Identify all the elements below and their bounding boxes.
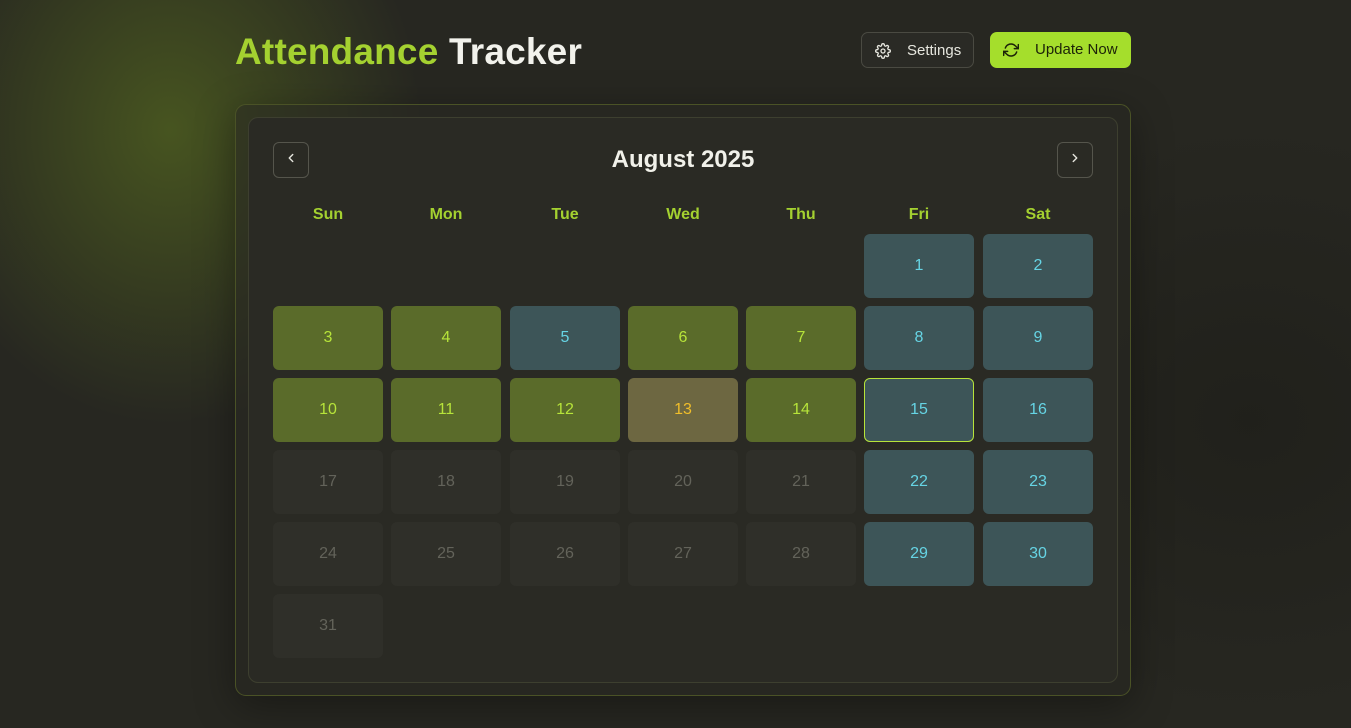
gear-icon [875, 43, 891, 59]
calendar-day-24[interactable]: 24 [273, 522, 383, 586]
calendar-day-15[interactable]: 15 [864, 378, 974, 442]
calendar-day-25[interactable]: 25 [391, 522, 501, 586]
calendar-day-31[interactable]: 31 [273, 594, 383, 658]
calendar-day-16[interactable]: 16 [983, 378, 1093, 442]
settings-button[interactable]: Settings [861, 32, 974, 68]
calendar-day-14[interactable]: 14 [746, 378, 856, 442]
weekday-fri: Fri [908, 206, 930, 223]
chevron-right-icon [1068, 151, 1082, 170]
weekday-thu: Thu [786, 206, 816, 223]
calendar-day-13[interactable]: 13 [628, 378, 738, 442]
calendar-day-27[interactable]: 27 [628, 522, 738, 586]
calendar-day-22[interactable]: 22 [864, 450, 974, 514]
update-now-button[interactable]: Update Now [990, 32, 1131, 68]
calendar-day-30[interactable]: 30 [983, 522, 1093, 586]
calendar-day-8[interactable]: 8 [864, 306, 974, 370]
weekday-mon: Mon [429, 206, 463, 223]
calendar-day-18[interactable]: 18 [391, 450, 501, 514]
update-now-label: Update Now [1035, 41, 1118, 58]
settings-label: Settings [907, 42, 962, 59]
title-accent: Attendance [235, 31, 439, 72]
calendar-day-5[interactable]: 5 [510, 306, 620, 370]
calendar-day-9[interactable]: 9 [983, 306, 1093, 370]
calendar-day-1[interactable]: 1 [864, 234, 974, 298]
chevron-left-icon [284, 151, 298, 170]
calendar-day-2[interactable]: 2 [983, 234, 1093, 298]
month-label: August 2025 [611, 146, 755, 173]
calendar-day-6[interactable]: 6 [628, 306, 738, 370]
calendar-day-11[interactable]: 11 [391, 378, 501, 442]
weekday-tue: Tue [551, 206, 579, 223]
weekday-sat: Sat [1025, 206, 1051, 223]
calendar-day-4[interactable]: 4 [391, 306, 501, 370]
weekday-wed: Wed [666, 206, 700, 223]
calendar-day-21[interactable]: 21 [746, 450, 856, 514]
next-month-button[interactable] [1057, 142, 1093, 178]
calendar-day-28[interactable]: 28 [746, 522, 856, 586]
calendar-day-10[interactable]: 10 [273, 378, 383, 442]
calendar-day-20[interactable]: 20 [628, 450, 738, 514]
calendar-day-7[interactable]: 7 [746, 306, 856, 370]
calendar-day-3[interactable]: 3 [273, 306, 383, 370]
calendar-day-23[interactable]: 23 [983, 450, 1093, 514]
calendar-day-26[interactable]: 26 [510, 522, 620, 586]
title-main: Tracker [448, 31, 583, 72]
page-title: Attendance Tracker [235, 30, 582, 74]
calendar-day-12[interactable]: 12 [510, 378, 620, 442]
calendar-day-29[interactable]: 29 [864, 522, 974, 586]
previous-month-button[interactable] [273, 142, 309, 178]
calendar-day-17[interactable]: 17 [273, 450, 383, 514]
refresh-icon [1003, 42, 1019, 58]
weekday-sun: Sun [312, 206, 344, 223]
calendar-day-19[interactable]: 19 [510, 450, 620, 514]
